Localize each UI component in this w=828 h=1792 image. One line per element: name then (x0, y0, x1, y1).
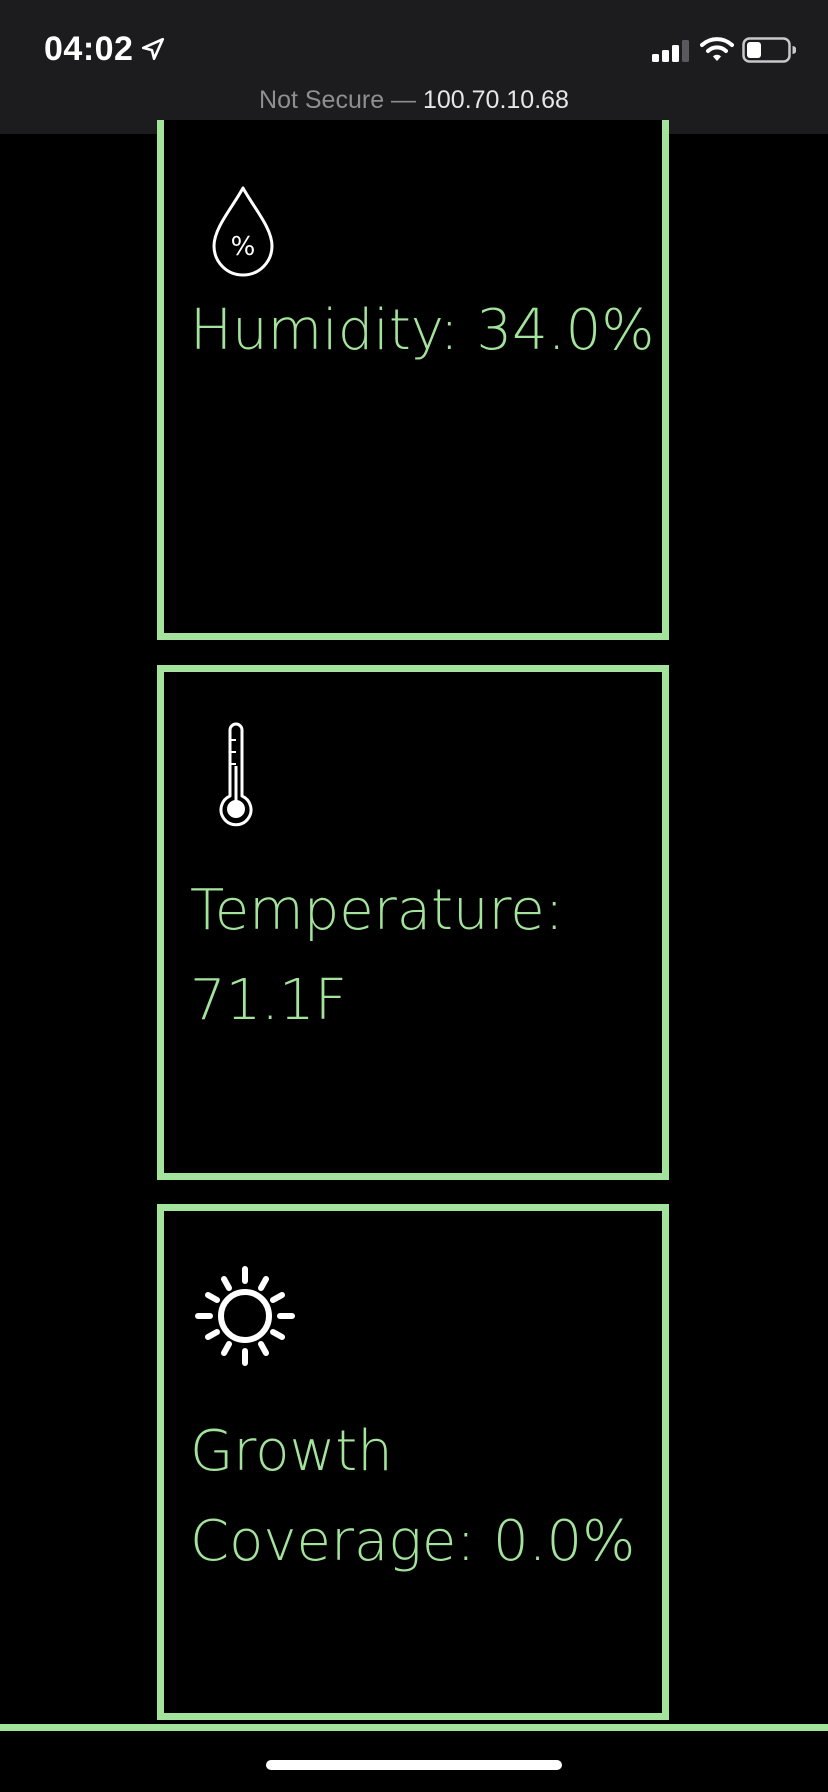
growth-card: Growth Coverage: 0.0% (157, 1204, 669, 1720)
sun-icon (195, 1266, 295, 1366)
battery-icon (742, 37, 796, 63)
temperature-card: Temperature: 71.1F (157, 665, 669, 1180)
humidity-drop-icon: % (212, 186, 274, 277)
home-indicator[interactable] (266, 1760, 562, 1770)
security-warning: Not Secure — (259, 86, 423, 114)
cellular-signal-icon (652, 40, 689, 62)
humidity-drop-percent: % (231, 232, 256, 262)
status-time: 04:02 (44, 30, 134, 68)
screen: 04:02 Not Secure — 100.70.10.68 % Humidi… (0, 0, 828, 1792)
status-bar: 04:02 Not Secure — 100.70.10.68 (0, 0, 828, 134)
growth-coverage-value: Coverage: 0.0% (190, 1509, 636, 1574)
url-host: 100.70.10.68 (422, 86, 569, 114)
growth-label-line1: Growth (190, 1419, 393, 1484)
humidity-label: Humidity: 34.0% (190, 298, 655, 363)
url-bar[interactable]: Not Secure — 100.70.10.68 (0, 86, 828, 115)
thermometer-icon (219, 722, 253, 827)
temperature-value: 71.1F (190, 968, 347, 1033)
location-arrow-icon (141, 37, 165, 61)
next-card-border (0, 1724, 828, 1731)
temperature-label-line1: Temperature: (190, 878, 564, 943)
humidity-card: % Humidity: 34.0% (157, 120, 669, 640)
wifi-icon (700, 37, 734, 61)
